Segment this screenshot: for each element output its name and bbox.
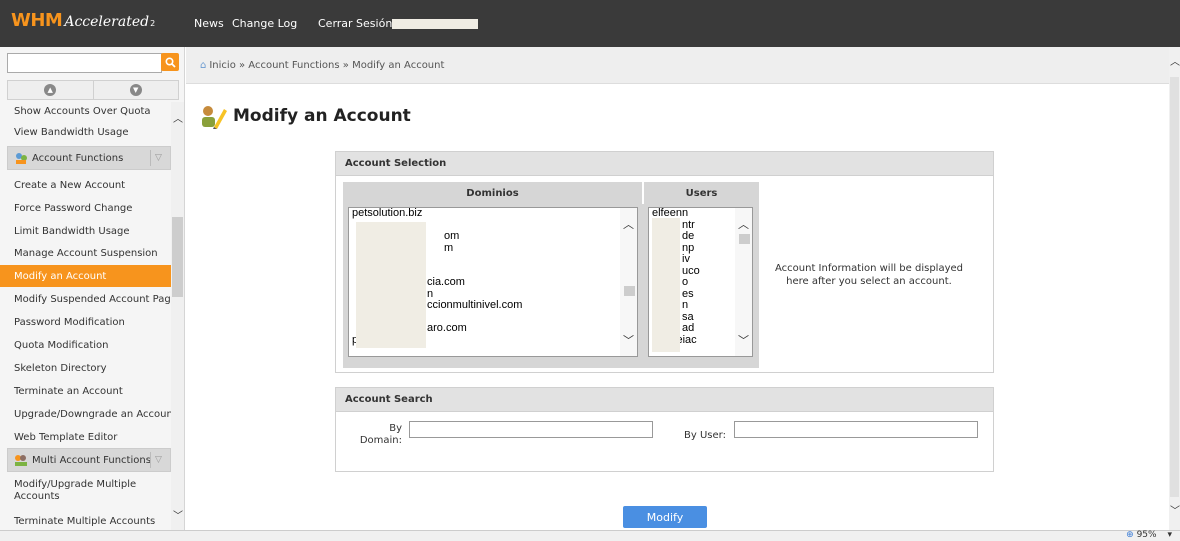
chevron-down-icon[interactable]: ▽: [150, 452, 166, 468]
multi-account-icon: [15, 455, 27, 466]
sidebar-item-manage-suspension[interactable]: Manage Account Suspension: [0, 242, 171, 264]
zoom-control[interactable]: ⊕ 95% ▾: [1126, 530, 1172, 540]
sidebar-item-terminate-account[interactable]: Terminate an Account: [0, 380, 171, 402]
modify-account-icon: [202, 106, 227, 129]
sidebar-item-limit-bandwidth[interactable]: Limit Bandwidth Usage: [0, 220, 171, 242]
account-info-message: Account Information will be displayed he…: [775, 263, 963, 287]
nav-news-link[interactable]: News: [194, 17, 224, 30]
sidebar-item-skeleton-directory[interactable]: Skeleton Directory: [0, 357, 171, 379]
caret-down-icon[interactable]: ﹀: [173, 507, 183, 522]
column-header-users: Users: [644, 182, 759, 204]
whm-logo[interactable]: WHM Accelerated 2: [11, 10, 155, 36]
scrollbar-thumb[interactable]: [1170, 77, 1179, 497]
sidebar-section-multi-account[interactable]: Multi Account Functions ▽: [7, 448, 171, 472]
caret-down-icon[interactable]: ﹀: [1170, 502, 1180, 517]
breadcrumb-text[interactable]: Inicio » Account Functions » Modify an A…: [209, 60, 444, 71]
chevron-down-icon[interactable]: ▽: [150, 150, 166, 166]
breadcrumb: ⌂ Inicio » Account Functions » Modify an…: [186, 47, 1169, 84]
scroll-down-button[interactable]: ▼: [94, 81, 179, 99]
sidebar: ▲ ▼ Show Accounts Over Quota View Bandwi…: [0, 47, 185, 530]
sidebar-item-quota-modification[interactable]: Quota Modification: [0, 334, 171, 356]
user-search-input[interactable]: [734, 421, 978, 438]
domain-search-input[interactable]: [409, 421, 653, 438]
sidebar-item-show-accounts-over-quota[interactable]: Show Accounts Over Quota: [0, 102, 171, 122]
by-user-label: By User:: [684, 430, 726, 441]
scrollbar-thumb[interactable]: [172, 217, 183, 297]
caret-up-icon[interactable]: ︿: [173, 110, 183, 125]
users-scrollbar[interactable]: ︿ ﹀: [735, 208, 752, 356]
caret-up-icon[interactable]: ︿: [623, 216, 634, 232]
scroll-up-button[interactable]: ▲: [8, 81, 94, 99]
caret-up-icon[interactable]: ︿: [1170, 53, 1180, 68]
account-search-header: Account Search: [336, 388, 993, 412]
sidebar-scrollbar[interactable]: ︿ ﹀: [171, 102, 184, 530]
arrow-down-icon: ▼: [129, 84, 142, 96]
sidebar-item-create-account[interactable]: Create a New Account: [0, 174, 171, 196]
sidebar-item-modify-upgrade-multiple[interactable]: Modify/Upgrade Multiple Accounts: [0, 476, 171, 506]
page-title: Modify an Account: [233, 106, 411, 126]
nav-logout-link[interactable]: Cerrar Sesión: [318, 17, 392, 30]
zoom-icon: ⊕: [1126, 530, 1134, 540]
zoom-level: 95%: [1136, 530, 1157, 540]
nav-changelog-link[interactable]: Change Log: [232, 17, 297, 30]
scrollbar-thumb[interactable]: [739, 234, 750, 244]
account-selection-panel: Account Selection Dominios Users petsolu…: [335, 151, 994, 373]
caret-up-icon[interactable]: ︿: [738, 216, 749, 232]
sidebar-item-upgrade-downgrade[interactable]: Upgrade/Downgrade an Account: [0, 403, 171, 425]
sidebar-item-web-template-editor[interactable]: Web Template Editor: [0, 426, 171, 448]
search-button[interactable]: [161, 53, 179, 71]
account-functions-icon: [16, 153, 27, 164]
section-label: Account Functions: [32, 152, 124, 164]
sidebar-item-terminate-multiple[interactable]: Terminate Multiple Accounts: [0, 510, 171, 530]
domains-scrollbar[interactable]: ︿ ﹀: [620, 208, 637, 356]
chevron-down-icon[interactable]: ▾: [1167, 530, 1172, 540]
redacted-region: [652, 218, 680, 352]
sidebar-item-view-bandwidth-usage[interactable]: View Bandwidth Usage: [0, 121, 171, 143]
sidebar-scroll-arrows: ▲ ▼: [7, 80, 179, 100]
sidebar-item-password-modification[interactable]: Password Modification: [0, 311, 171, 333]
list-item[interactable]: petsolution.biz: [349, 208, 637, 220]
arrow-up-icon: ▲: [44, 84, 57, 96]
sidebar-section-account-functions[interactable]: Account Functions ▽: [7, 146, 171, 170]
domains-listbox[interactable]: petsolution.biz om m cia.com n ccionmult…: [348, 207, 638, 357]
sidebar-search-input[interactable]: [7, 53, 162, 73]
caret-down-icon[interactable]: ﹀: [623, 332, 634, 348]
column-header-domains: Dominios: [343, 182, 642, 204]
logo-version: 2: [150, 19, 156, 28]
status-bar: ⊕ 95% ▾: [0, 530, 1180, 541]
top-bar: WHM Accelerated 2 News Change Log Cerrar…: [0, 0, 1180, 47]
sidebar-item-force-password-change[interactable]: Force Password Change: [0, 197, 171, 219]
sidebar-item-modify-account[interactable]: Modify an Account: [0, 265, 171, 287]
logo-accelerated: Accelerated: [64, 14, 150, 30]
users-listbox[interactable]: elfeenn ntr de np iv uco o es n sa ad cl…: [648, 207, 753, 357]
by-domain-label: By Domain:: [359, 423, 402, 446]
sidebar-menu: Show Accounts Over Quota View Bandwidth …: [0, 102, 171, 530]
modify-button[interactable]: Modify: [623, 506, 707, 528]
caret-down-icon[interactable]: ﹀: [738, 332, 749, 348]
search-icon: [164, 56, 176, 68]
section-label: Multi Account Functions: [32, 454, 151, 466]
home-icon[interactable]: ⌂: [200, 60, 206, 71]
account-search-panel: Account Search By Domain: By User:: [335, 387, 994, 472]
redacted-username: [392, 19, 478, 29]
main-scrollbar[interactable]: ︿ ﹀: [1169, 47, 1180, 530]
redacted-region: [356, 222, 426, 348]
logo-whm: WHM: [11, 10, 63, 31]
scrollbar-thumb[interactable]: [624, 286, 635, 296]
sidebar-item-modify-suspended-page[interactable]: Modify Suspended Account Page: [0, 288, 171, 310]
account-selection-header: Account Selection: [336, 152, 993, 176]
